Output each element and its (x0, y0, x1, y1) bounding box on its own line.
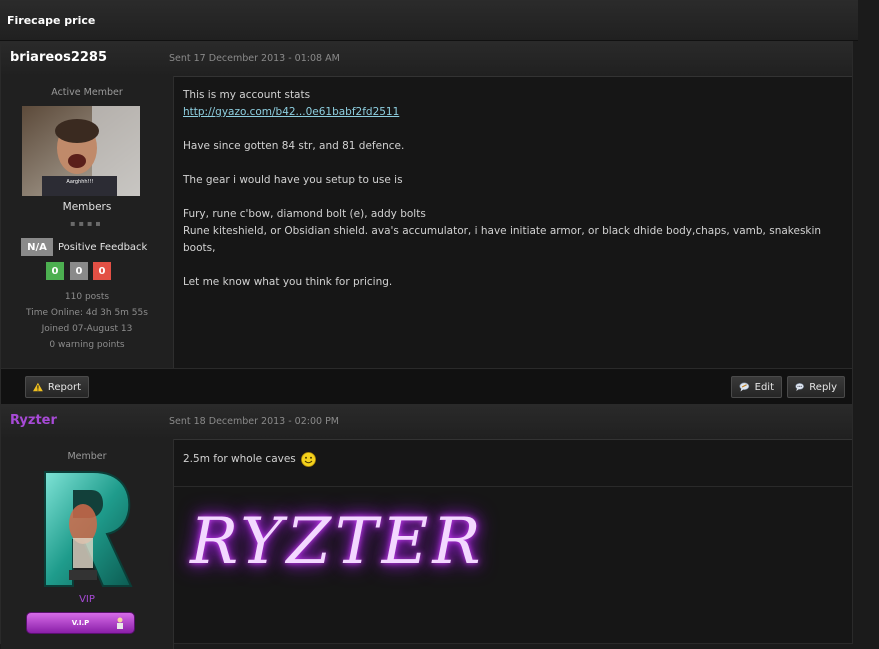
avatar-caption: Aarghhh!!! (66, 179, 93, 185)
message-line: 2.5m for whole caves (183, 453, 296, 465)
post-header: briareos2285 Sent 17 December 2013 - 01:… (1, 42, 852, 77)
edit-button[interactable]: Edit (731, 376, 782, 398)
feedback-neutral-count[interactable]: 0 (70, 262, 88, 280)
vip-badge-label: V.I.P (71, 619, 90, 627)
report-button[interactable]: Report (25, 376, 89, 398)
post-count: 110 posts (64, 292, 110, 302)
edit-bubble-icon (739, 382, 750, 392)
feedback-positive-count[interactable]: 0 (46, 262, 64, 280)
time-online: Time Online: 4d 3h 5m 55s (26, 308, 148, 318)
joined-date: Joined 07-August 13 (41, 324, 133, 334)
rank-title: Active Member (51, 87, 123, 98)
message-body: This is my account stats http://gyazo.co… (183, 87, 852, 291)
rank-pips: ▪▪▪▪ (70, 219, 104, 228)
user-figure-icon (117, 617, 123, 629)
post-header: Ryzter Sent 18 December 2013 - 02:00 PM (1, 405, 852, 440)
signature-text: RYZTER (190, 505, 485, 579)
post-date: Sent 18 December 2013 - 02:00 PM (169, 416, 339, 427)
signature-image: RYZTER (190, 497, 570, 587)
signature-divider (174, 486, 852, 487)
account-stats-link[interactable]: http://gyazo.com/b42...0e61babf2fd2511 (183, 106, 399, 118)
post-username[interactable]: briareos2285 (10, 50, 107, 65)
message-body: 2.5m for whole caves (183, 451, 316, 468)
user-info-pane: Active Member Aarghhh!!! Members ▪▪▪▪ N/… (1, 76, 174, 368)
post-footer: Report Edit Reply (1, 368, 852, 405)
reply-button[interactable]: Reply (787, 376, 845, 398)
edit-label: Edit (754, 381, 774, 393)
message-line: Fury, rune c'bow, diamond bolt (e), addy… (183, 208, 426, 220)
message-line: Rune kiteshield, or Obsidian shield. ava… (183, 225, 822, 254)
post-username[interactable]: Ryzter (10, 413, 57, 428)
report-label: Report (47, 381, 81, 393)
avatar[interactable]: Aarghhh!!! (22, 106, 140, 196)
vip-badge: V.I.P (26, 612, 135, 634)
message-line: Have since gotten 84 str, and 81 defence… (183, 140, 405, 152)
feedback-label[interactable]: Positive Feedback (58, 242, 147, 253)
thread-title: Firecape price (7, 14, 96, 27)
member-group: VIP (79, 594, 95, 605)
reply-label: Reply (809, 381, 837, 393)
message-line: This is my account stats (183, 89, 311, 101)
post-content: 2.5m for whole caves RYZTER (174, 439, 852, 649)
post-date: Sent 17 December 2013 - 01:08 AM (169, 53, 340, 64)
thread-title-bar: Firecape price (0, 0, 858, 41)
warning-points: 0 warning points (49, 340, 125, 350)
feedback-negative-count[interactable]: 0 (93, 262, 111, 280)
post-ryzter: Ryzter Sent 18 December 2013 - 02:00 PM … (0, 404, 853, 649)
message-line: Let me know what you think for pricing. (183, 276, 393, 288)
smiley-icon (300, 452, 316, 467)
user-info-pane: Member VIP V.I.P (1, 439, 174, 649)
reply-bubble-icon (795, 383, 804, 391)
warning-icon (33, 382, 43, 392)
member-group: Members (62, 201, 112, 213)
post-briareos2285: briareos2285 Sent 17 December 2013 - 01:… (0, 41, 853, 405)
rank-title: Member (67, 451, 107, 462)
avatar[interactable] (39, 470, 133, 588)
message-line: The gear i would have you setup to use i… (183, 174, 403, 186)
feedback-na-badge: N/A (21, 238, 53, 256)
post-content: This is my account stats http://gyazo.co… (174, 76, 852, 368)
